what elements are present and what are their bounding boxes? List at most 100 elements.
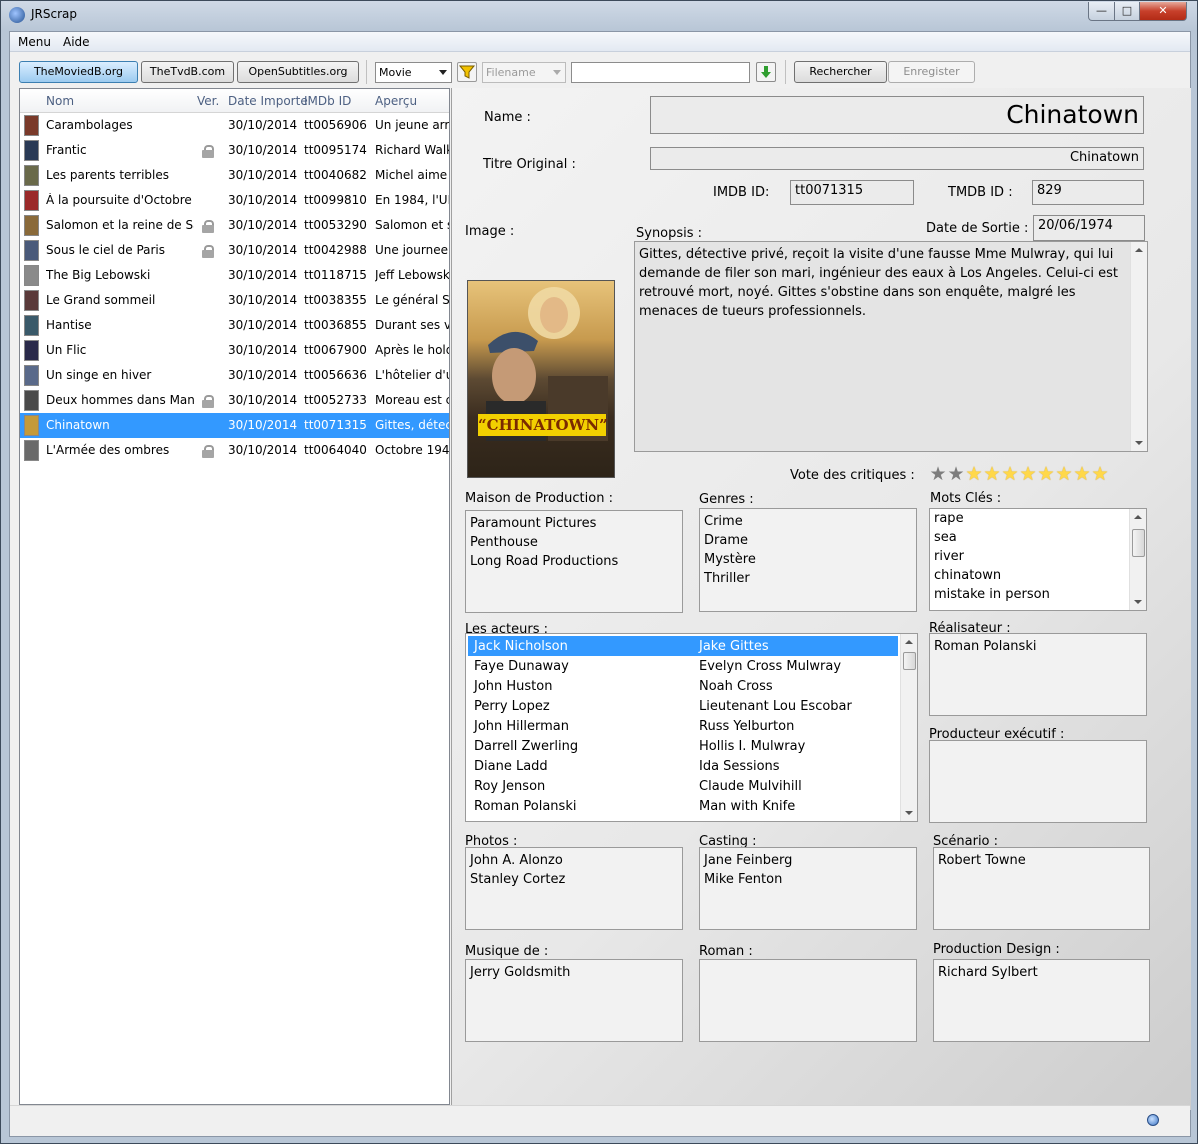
list-item[interactable]: The Big Lebowski 30/10/2014 tt0118715 Jeff … bbox=[20, 263, 449, 288]
star-icon[interactable]: ★ bbox=[965, 465, 983, 484]
column-version[interactable]: Ver. bbox=[197, 94, 219, 108]
novel-list[interactable] bbox=[699, 959, 917, 1042]
tmdb-id-field[interactable]: 829 bbox=[1032, 180, 1144, 205]
menu-aide[interactable]: Aide bbox=[63, 35, 90, 49]
maximize-button[interactable]: □ bbox=[1114, 2, 1140, 21]
star-icon[interactable]: ★ bbox=[1073, 465, 1091, 484]
keywords-box[interactable]: rape sea river chinatown mistake in person bbox=[929, 508, 1147, 611]
actor-row[interactable]: Roman Polanski Man with Knife bbox=[468, 796, 898, 816]
scroll-thumb[interactable] bbox=[1132, 529, 1145, 557]
scenario-list[interactable]: Robert Towne bbox=[933, 847, 1150, 930]
scroll-down-icon[interactable] bbox=[1134, 600, 1142, 604]
star-icon[interactable]: ★ bbox=[1001, 465, 1019, 484]
close-button[interactable]: ✕ bbox=[1139, 2, 1187, 21]
name-field[interactable]: Chinatown bbox=[650, 96, 1144, 134]
production-design-item[interactable]: Richard Sylbert bbox=[938, 963, 1145, 982]
filter-icon[interactable] bbox=[457, 62, 477, 82]
rating-stars[interactable]: ★★★★★★★★★★ bbox=[929, 465, 1114, 485]
scroll-up-icon[interactable] bbox=[1134, 515, 1142, 519]
star-icon[interactable]: ★ bbox=[1037, 465, 1055, 484]
keyword-item[interactable]: chinatown bbox=[934, 566, 1142, 585]
genre-item[interactable]: Crime bbox=[704, 512, 912, 531]
casting-item[interactable]: Mike Fenton bbox=[704, 870, 912, 889]
actor-row[interactable]: Jack Nicholson Jake Gittes bbox=[468, 636, 898, 656]
actor-row[interactable]: Darrell Zwerling Hollis I. Mulwray bbox=[468, 736, 898, 756]
actor-row[interactable]: Diane Ladd Ida Sessions bbox=[468, 756, 898, 776]
star-icon[interactable]: ★ bbox=[947, 465, 965, 484]
synopsis-scrollbar[interactable] bbox=[1130, 242, 1147, 451]
menu-menu[interactable]: Menu bbox=[18, 35, 51, 49]
list-item[interactable]: À la poursuite d'Octobre R 30/10/2014 tt00… bbox=[20, 188, 449, 213]
genres-list[interactable]: Crime Drame Mystère Thriller bbox=[699, 508, 917, 612]
column-preview[interactable]: Aperçu bbox=[375, 94, 417, 108]
column-imdb[interactable]: IMDb ID bbox=[304, 94, 351, 108]
download-icon[interactable] bbox=[756, 62, 776, 82]
keyword-item[interactable]: river bbox=[934, 547, 1142, 566]
music-item[interactable]: Jerry Goldsmith bbox=[470, 963, 678, 982]
production-design-list[interactable]: Richard Sylbert bbox=[933, 959, 1150, 1042]
release-date-field[interactable]: 20/06/1974 bbox=[1033, 215, 1145, 241]
list-item[interactable]: Un Flic 30/10/2014 tt0067900 Après le holdu bbox=[20, 338, 449, 363]
production-list[interactable]: Paramount Pictures Penthouse Long Road Pro… bbox=[465, 510, 683, 613]
actor-row[interactable]: John Huston Noah Cross bbox=[468, 676, 898, 696]
genre-item[interactable]: Drame bbox=[704, 531, 912, 550]
filter-select[interactable]: Filename bbox=[482, 62, 566, 83]
search-input[interactable] bbox=[571, 62, 750, 83]
genre-item[interactable]: Thriller bbox=[704, 569, 912, 588]
source-tvdb-button[interactable]: TheTvdB.com bbox=[141, 61, 234, 83]
source-tmdb-button[interactable]: TheMoviedB.org bbox=[19, 61, 138, 83]
title-bar[interactable]: JRScrap — □ ✕ bbox=[1, 1, 1198, 31]
music-list[interactable]: Jerry Goldsmith bbox=[465, 959, 683, 1042]
scroll-down-icon[interactable] bbox=[905, 811, 913, 815]
director-item[interactable]: Roman Polanski bbox=[934, 637, 1142, 656]
imdb-id-field[interactable]: tt0071315 bbox=[790, 180, 914, 205]
list-item[interactable]: Chinatown 30/10/2014 tt0071315 Gittes, déte… bbox=[20, 413, 449, 438]
scroll-up-icon[interactable] bbox=[1135, 248, 1143, 252]
list-item[interactable]: Le Grand sommeil 30/10/2014 tt0038355 Le gé… bbox=[20, 288, 449, 313]
star-icon[interactable]: ★ bbox=[929, 465, 947, 484]
keywords-scrollbar[interactable] bbox=[1129, 509, 1146, 610]
scroll-down-icon[interactable] bbox=[1135, 441, 1143, 445]
original-title-field[interactable]: Chinatown bbox=[650, 147, 1144, 170]
list-item[interactable]: Salomon et la reine de Sab 30/10/2014 tt00… bbox=[20, 213, 449, 238]
production-company-item[interactable]: Penthouse bbox=[470, 533, 678, 552]
casting-item[interactable]: Jane Feinberg bbox=[704, 851, 912, 870]
star-icon[interactable]: ★ bbox=[983, 465, 1001, 484]
production-company-item[interactable]: Long Road Productions bbox=[470, 552, 678, 571]
actors-box[interactable]: Jack Nicholson Jake Gittes Faye Dunaway Eve… bbox=[465, 633, 918, 822]
minimize-button[interactable]: — bbox=[1088, 2, 1115, 21]
search-button[interactable]: Rechercher bbox=[794, 61, 887, 83]
keyword-item[interactable]: rape bbox=[934, 509, 1142, 528]
source-opensubtitles-button[interactable]: OpenSubtitles.org bbox=[237, 61, 359, 83]
media-type-select[interactable]: Movie bbox=[375, 62, 452, 83]
list-item[interactable]: Les parents terribles 30/10/2014 tt0040682… bbox=[20, 163, 449, 188]
scroll-up-icon[interactable] bbox=[905, 640, 913, 644]
list-item[interactable]: Sous le ciel de Paris 30/10/2014 tt0042988… bbox=[20, 238, 449, 263]
list-item[interactable]: L'Armée des ombres 30/10/2014 tt0064040 Oct… bbox=[20, 438, 449, 463]
movie-list[interactable]: Nom Ver. Date Importe IMDb ID Aperçu Car… bbox=[19, 88, 450, 1105]
save-button[interactable]: Enregister bbox=[888, 61, 975, 83]
column-name[interactable]: Nom bbox=[46, 94, 74, 108]
list-item[interactable]: Hantise 30/10/2014 tt0036855 Durant ses va bbox=[20, 313, 449, 338]
photos-list[interactable]: John A. Alonzo Stanley Cortez bbox=[465, 847, 683, 930]
scenario-item[interactable]: Robert Towne bbox=[938, 851, 1145, 870]
keyword-item[interactable]: sea bbox=[934, 528, 1142, 547]
actor-row[interactable]: Perry Lopez Lieutenant Lou Escobar bbox=[468, 696, 898, 716]
keyword-item[interactable]: mistake in person bbox=[934, 585, 1142, 604]
column-date[interactable]: Date Importe bbox=[228, 94, 308, 108]
production-company-item[interactable]: Paramount Pictures bbox=[470, 514, 678, 533]
list-item[interactable]: Frantic 30/10/2014 tt0095174 Richard Walk bbox=[20, 138, 449, 163]
list-item[interactable]: Carambolages 30/10/2014 tt0056906 Un jeune … bbox=[20, 113, 449, 138]
list-item[interactable]: Un singe en hiver 30/10/2014 tt0056636 L'hô… bbox=[20, 363, 449, 388]
list-item[interactable]: Deux hommes dans Manha 30/10/2014 tt005273… bbox=[20, 388, 449, 413]
casting-list[interactable]: Jane Feinberg Mike Fenton bbox=[699, 847, 917, 930]
synopsis-box[interactable]: Gittes, détective privé, reçoit la visit… bbox=[634, 241, 1148, 452]
star-icon[interactable]: ★ bbox=[1055, 465, 1073, 484]
star-icon[interactable]: ★ bbox=[1019, 465, 1037, 484]
photos-item[interactable]: Stanley Cortez bbox=[470, 870, 678, 889]
actor-row[interactable]: Roy Jenson Claude Mulvihill bbox=[468, 776, 898, 796]
director-list[interactable]: Roman Polanski bbox=[929, 633, 1147, 716]
genre-item[interactable]: Mystère bbox=[704, 550, 912, 569]
actors-scrollbar[interactable] bbox=[900, 634, 917, 821]
actor-row[interactable]: John Hillerman Russ Yelburton bbox=[468, 716, 898, 736]
